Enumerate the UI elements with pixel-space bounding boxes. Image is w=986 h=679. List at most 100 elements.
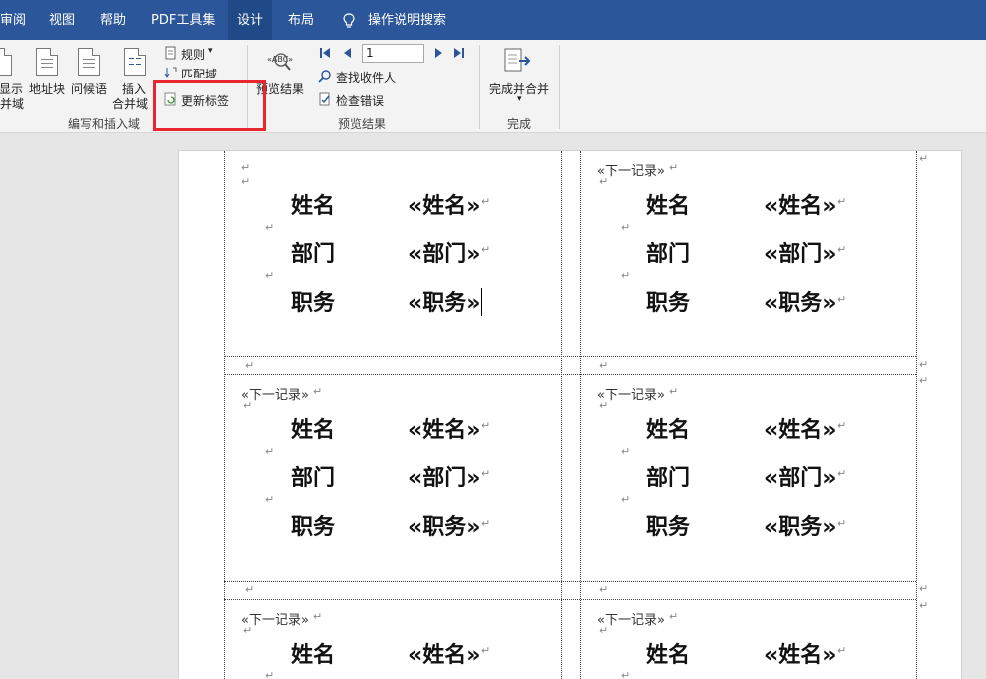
previous-record-icon[interactable] (342, 47, 354, 59)
merge-field-dept[interactable]: «部门» (408, 236, 480, 268)
return-mark: ↵ (919, 599, 929, 612)
next-record-icon[interactable] (432, 47, 444, 59)
return-mark: ↵ (481, 419, 491, 432)
check-errors-label: 检查错误 (336, 94, 385, 108)
merge-field-dept[interactable]: «部门» (408, 460, 480, 492)
ribbon-separator (559, 45, 560, 129)
return-mark: ↵ (621, 493, 631, 506)
return-mark: ↵ (265, 445, 275, 458)
return-mark: ↵ (243, 399, 253, 412)
return-mark: ↵ (919, 374, 929, 387)
last-record-icon[interactable] (453, 47, 465, 59)
return-mark: ↵ (837, 644, 847, 657)
text-cursor (481, 288, 482, 316)
return-mark: ↵ (599, 583, 609, 596)
svg-text:«ABC»: «ABC» (267, 55, 293, 64)
lightbulb-icon (343, 13, 355, 28)
insert-merge-field-icon (124, 48, 146, 76)
match-fields-icon (164, 67, 177, 78)
document-page: ↵ ↵ ↵ ↵ ↵ ↵ ↵ ↵ ↵ ↵ ↵ 姓名 «姓名» ↵ ↵ 部门 «部门… (178, 150, 962, 679)
tab-help[interactable]: 帮助 (96, 0, 130, 40)
merge-field-dept[interactable]: «部门» (764, 236, 836, 268)
insert-merge-field-label-bottom: 合并域 (112, 97, 149, 111)
merge-field-name[interactable]: «姓名» (764, 412, 836, 444)
return-mark: ↵ (669, 610, 679, 623)
label-name: 姓名 (646, 643, 691, 668)
ribbon: 显示 并域 地址块 问候语 插入 合并域 规则 ▾ 匹配域 更新标签 编写和插入… (0, 40, 986, 133)
label-title: 职务 (291, 291, 336, 316)
group-label-preview: 预览结果 (338, 117, 387, 131)
tab-pdf-tools[interactable]: PDF工具集 (147, 0, 219, 40)
return-mark: ↵ (669, 385, 679, 398)
return-mark: ↵ (919, 152, 929, 165)
address-block-label: 地址块 (29, 82, 66, 96)
record-number-input[interactable]: 1 (362, 44, 424, 63)
highlight-fields-icon (0, 48, 12, 76)
return-mark: ↵ (313, 385, 323, 398)
ribbon-separator (479, 45, 480, 129)
merge-field-title[interactable]: «职务» (764, 509, 836, 541)
return-mark: ↵ (481, 517, 491, 530)
return-mark: ↵ (265, 493, 275, 506)
greeting-line-label: 问候语 (71, 82, 108, 96)
table-border (224, 599, 916, 600)
label-name: 姓名 (291, 643, 336, 668)
return-mark: ↵ (621, 269, 631, 282)
menu-bar: 审阅 视图 帮助 PDF工具集 设计 布局 操作说明搜索 (0, 0, 986, 40)
return-mark: ↵ (599, 624, 609, 637)
table-border (224, 581, 916, 582)
merge-field-title[interactable]: «职务» (408, 285, 480, 317)
merge-field-name[interactable]: «姓名» (408, 412, 480, 444)
return-mark: ↵ (599, 399, 609, 412)
merge-field-title[interactable]: «职务» (764, 285, 836, 317)
return-mark: ↵ (481, 243, 491, 256)
first-record-icon[interactable] (319, 47, 331, 59)
match-fields-button[interactable]: 匹配域 (164, 66, 244, 78)
match-fields-label: 匹配域 (181, 68, 218, 78)
tab-design[interactable]: 设计 (228, 0, 273, 40)
return-mark: ↵ (919, 358, 929, 371)
return-mark: ↵ (241, 175, 251, 188)
return-mark: ↵ (313, 610, 323, 623)
label-name: 姓名 (291, 194, 336, 219)
merge-field-name[interactable]: «姓名» (408, 188, 480, 220)
highlight-fields-label-bottom: 并域 (0, 97, 25, 111)
label-title: 职务 (291, 515, 336, 540)
return-mark: ↵ (837, 293, 847, 306)
merge-field-title[interactable]: «职务» (408, 509, 480, 541)
merge-field-name[interactable]: «姓名» (408, 637, 480, 669)
return-mark: ↵ (265, 221, 275, 234)
return-mark: ↵ (599, 175, 609, 188)
finish-merge-dropdown-icon: ▾ (517, 94, 522, 104)
group-label-finish: 完成 (507, 117, 532, 131)
tab-layout[interactable]: 布局 (284, 0, 318, 40)
return-mark: ↵ (837, 467, 847, 480)
finish-merge-icon (504, 48, 531, 72)
merge-field-name[interactable]: «姓名» (764, 637, 836, 669)
highlight-box (153, 80, 266, 131)
label-name: 姓名 (291, 418, 336, 443)
label-dept: 部门 (291, 466, 336, 491)
return-mark: ↵ (599, 359, 609, 372)
rules-dropdown-arrow-icon: ▾ (208, 46, 213, 56)
label-title: 职务 (646, 515, 691, 540)
return-mark: ↵ (837, 419, 847, 432)
find-recipient-label: 查找收件人 (336, 71, 397, 85)
label-dept: 部门 (646, 466, 691, 491)
table-border (916, 151, 917, 679)
return-mark: ↵ (243, 624, 253, 637)
label-dept: 部门 (646, 242, 691, 267)
merge-field-name[interactable]: «姓名» (764, 188, 836, 220)
rules-label: 规则 (181, 48, 206, 62)
merge-field-dept[interactable]: «部门» (764, 460, 836, 492)
return-mark: ↵ (265, 269, 275, 282)
return-mark: ↵ (837, 243, 847, 256)
tab-view[interactable]: 视图 (45, 0, 79, 40)
label-dept: 部门 (291, 242, 336, 267)
return-mark: ↵ (621, 669, 631, 679)
address-block-icon (36, 48, 58, 76)
greeting-line-icon (78, 48, 100, 76)
tell-me-search[interactable]: 操作说明搜索 (364, 0, 450, 40)
tab-review[interactable]: 审阅 (0, 0, 30, 40)
return-mark: ↵ (621, 445, 631, 458)
